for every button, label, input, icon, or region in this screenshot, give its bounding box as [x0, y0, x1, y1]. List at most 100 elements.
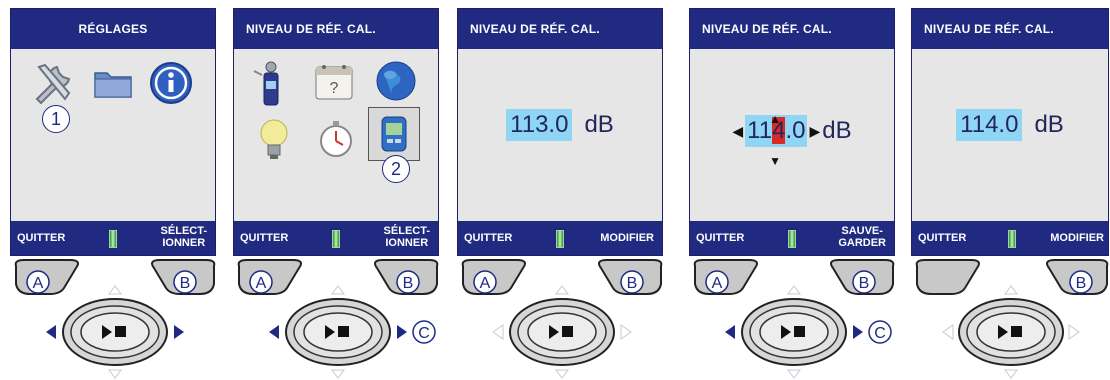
soft-key-bar: QUITTER SAUVE- GARDER — [690, 221, 894, 255]
modify-softkey-label: MODIFIER — [1050, 232, 1104, 244]
right-arrow-icon — [853, 325, 863, 339]
softkey-a-button[interactable] — [915, 259, 980, 295]
key-b-label: B — [859, 275, 870, 292]
quit-softkey-label: QUITTER — [696, 232, 745, 244]
stop-icon — [115, 326, 126, 337]
keypad: A B — [461, 259, 663, 379]
device-screen: NIVEAU DE RÉF. CAL. ◀ 114.0 ▲ ▼ ▶ dB QUI… — [689, 8, 895, 256]
play-stop-button[interactable] — [62, 298, 168, 366]
quit-softkey-label: QUITTER — [464, 232, 513, 244]
stop-icon — [794, 326, 805, 337]
softkey-divider — [556, 230, 564, 248]
left-arrow-icon — [46, 325, 56, 339]
info-icon[interactable] — [149, 61, 193, 105]
left-arrow-icon — [942, 324, 954, 340]
unit-label: dB — [584, 111, 614, 138]
edit-left-arrow-icon[interactable]: ◀ — [732, 123, 743, 140]
value-display: 113.0 dB — [458, 109, 662, 141]
screen-title: NIVEAU DE RÉF. CAL. — [458, 9, 662, 49]
play-stop-button[interactable] — [509, 298, 615, 366]
key-a-label: A — [256, 275, 267, 292]
modify-softkey-label: MODIFIER — [600, 232, 654, 244]
editable-value[interactable]: 114.0 ▲ ▼ — [745, 112, 808, 168]
keypad: A B C — [693, 259, 895, 379]
edit-right-arrow-icon[interactable]: ▶ — [809, 123, 820, 140]
key-a-label: A — [480, 275, 491, 292]
device-screen: NIVEAU DE RÉF. CAL. 114.0 dB QUITTER MOD… — [911, 8, 1109, 256]
unit-label: dB — [1034, 111, 1064, 138]
key-c-label: C — [874, 325, 886, 342]
screen-title: RÉGLAGES — [11, 9, 215, 49]
soft-key-bar: QUITTER MODIFIER — [458, 221, 662, 255]
softkey-a-button[interactable]: A — [461, 259, 526, 295]
quit-softkey-label: QUITTER — [17, 232, 66, 244]
select-softkey-label: SÉLECT- IONNER — [383, 225, 430, 249]
left-arrow-icon — [269, 325, 279, 339]
panel-cal-edit: NIVEAU DE RÉF. CAL. ◀ 114.0 ▲ ▼ ▶ dB QUI… — [689, 0, 897, 380]
keypad: B — [915, 259, 1109, 379]
down-arrow-icon — [1004, 369, 1018, 379]
unit-label: dB — [822, 117, 852, 144]
softkey-divider — [109, 230, 117, 248]
stopwatch-icon[interactable] — [316, 119, 356, 159]
left-arrow-icon — [492, 324, 504, 340]
softkey-b-button[interactable]: B — [830, 259, 895, 295]
up-arrow-icon — [555, 285, 569, 295]
softkey-b-button[interactable]: B — [598, 259, 663, 295]
folder-icon[interactable] — [93, 67, 133, 99]
calendar-icon[interactable]: ? — [312, 59, 356, 103]
right-arrow-icon — [620, 324, 632, 340]
left-arrow-icon — [725, 325, 735, 339]
calibrator-icon[interactable] — [376, 113, 412, 155]
softkey-divider — [788, 230, 796, 248]
meter-icon[interactable] — [250, 57, 290, 109]
up-arrow-icon — [1004, 285, 1018, 295]
stop-icon — [1011, 326, 1022, 337]
panel-cal-menu: NIVEAU DE RÉF. CAL. ? 2 QUITTER SÉLECT- … — [233, 0, 441, 380]
panel-cal-value: NIVEAU DE RÉF. CAL. 113.0 dB QUITTER MOD… — [457, 0, 665, 380]
globe-icon[interactable] — [374, 59, 418, 103]
panel-cal-saved: NIVEAU DE RÉF. CAL. 114.0 dB QUITTER MOD… — [911, 0, 1110, 380]
soft-key-bar: QUITTER MODIFIER — [912, 221, 1108, 255]
device-screen: RÉGLAGES 1 QUITTER SÉLECT- IONNER — [10, 8, 216, 256]
svg-text:?: ? — [330, 80, 339, 97]
softkey-b-button[interactable]: B — [1046, 259, 1109, 295]
down-arrow-icon — [108, 369, 122, 379]
play-stop-button[interactable] — [741, 298, 847, 366]
cal-level-value: 114.0 — [956, 109, 1023, 141]
softkey-a-button[interactable]: A — [14, 259, 79, 295]
key-b-label: B — [180, 275, 191, 292]
device-screen: NIVEAU DE RÉF. CAL. ? 2 QUITTER SÉLECT- … — [233, 8, 439, 256]
key-c-label: C — [418, 325, 430, 342]
wrench-icon[interactable] — [29, 59, 77, 105]
softkey-a-button[interactable]: A — [693, 259, 758, 295]
key-b-label: B — [403, 275, 414, 292]
increment-arrow-icon[interactable]: ▲ — [769, 103, 781, 135]
keypad: A B — [14, 259, 216, 379]
key-a-label: A — [33, 275, 44, 292]
play-stop-button[interactable] — [285, 298, 391, 366]
soft-key-bar: QUITTER SÉLECT- IONNER — [234, 221, 438, 255]
step-marker: 1 — [42, 105, 70, 133]
down-arrow-icon — [331, 369, 345, 379]
screen-title: NIVEAU DE RÉF. CAL. — [690, 9, 894, 49]
lightbulb-icon[interactable] — [256, 117, 292, 163]
save-softkey-label: SAUVE- GARDER — [838, 225, 886, 249]
decrement-arrow-icon[interactable]: ▼ — [769, 145, 781, 177]
play-stop-button[interactable] — [958, 298, 1064, 366]
softkey-divider — [332, 230, 340, 248]
value-display: 114.0 dB — [912, 109, 1108, 141]
stop-icon — [562, 326, 573, 337]
up-arrow-icon — [108, 285, 122, 295]
quit-softkey-label: QUITTER — [240, 232, 289, 244]
down-arrow-icon — [787, 369, 801, 379]
up-arrow-icon — [787, 285, 801, 295]
softkey-a-button[interactable]: A — [237, 259, 302, 295]
key-a-label: A — [712, 275, 723, 292]
softkey-b-button[interactable]: B — [374, 259, 439, 295]
softkey-b-button[interactable]: B — [151, 259, 216, 295]
value-editor: ◀ 114.0 ▲ ▼ ▶ dB — [690, 112, 894, 168]
screen-title: NIVEAU DE RÉF. CAL. — [234, 9, 438, 49]
select-softkey-label: SÉLECT- IONNER — [160, 225, 207, 249]
keypad: A B C — [237, 259, 439, 379]
